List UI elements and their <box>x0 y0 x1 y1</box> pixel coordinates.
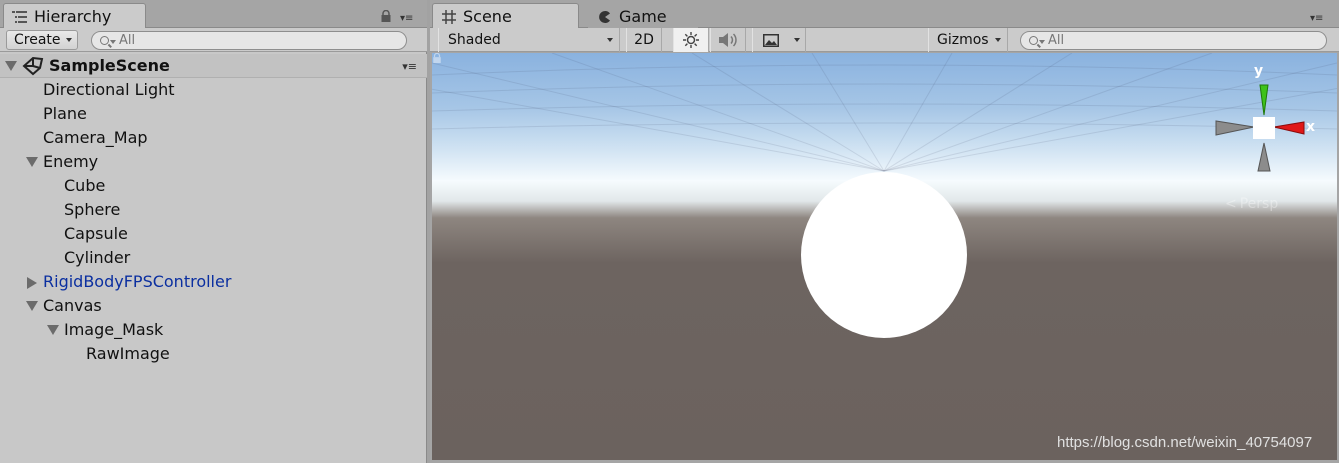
scene-search-input[interactable]: All <box>1020 31 1327 50</box>
tab-label: Game <box>619 7 667 26</box>
search-placeholder: All <box>1048 33 1065 48</box>
shading-mode-label: Shaded <box>448 32 501 48</box>
unity-logo-icon <box>22 56 44 76</box>
orientation-gizmo[interactable] <box>1212 65 1312 175</box>
hierarchy-search-input[interactable]: All <box>91 31 407 50</box>
item-label: Directional Light <box>43 80 175 99</box>
2d-toggle-button[interactable]: 2D <box>626 28 662 52</box>
tab-hierarchy[interactable]: Hierarchy <box>3 3 146 29</box>
tab-game[interactable]: Game <box>588 3 698 29</box>
expand-arrow-icon[interactable] <box>26 157 38 167</box>
expand-arrow-icon[interactable] <box>26 301 38 311</box>
item-label: Sphere <box>64 200 121 219</box>
item-label: Enemy <box>43 152 99 171</box>
hierarchy-toolbar: Create All <box>0 28 427 52</box>
2d-label: 2D <box>634 32 654 48</box>
item-label: RawImage <box>86 344 170 363</box>
chevron-left-icon: < <box>1225 196 1237 212</box>
hierarchy-item[interactable]: Capsule <box>64 222 128 246</box>
pacman-icon <box>597 9 613 25</box>
chevron-down-icon <box>66 38 72 42</box>
scene-header-row[interactable]: SampleScene ▾≡ <box>0 54 427 78</box>
item-label: RigidBodyFPSController <box>43 272 232 291</box>
collapse-arrow-icon[interactable] <box>27 277 37 289</box>
image-icon <box>763 33 779 47</box>
scene-effects-dropdown[interactable] <box>752 28 806 52</box>
scene-menu-icon[interactable]: ▾≡ <box>402 60 417 73</box>
gizmo-x-label: x <box>1306 119 1316 135</box>
chevron-down-icon <box>1039 40 1045 44</box>
scene-audio-toggle[interactable] <box>710 28 746 52</box>
list-icon <box>12 9 28 25</box>
item-label: Cube <box>64 176 106 195</box>
hierarchy-item[interactable]: Cylinder <box>64 246 130 270</box>
scene-name: SampleScene <box>49 56 170 75</box>
item-label: Cylinder <box>64 248 131 267</box>
hierarchy-tab-bar: Hierarchy ▾≡ <box>0 0 427 29</box>
projection-toggle[interactable]: < Persp <box>1225 196 1278 212</box>
speaker-icon <box>719 33 737 47</box>
panel-menu-icon[interactable]: ▾≡ <box>1310 14 1324 24</box>
create-dropdown[interactable]: Create <box>6 30 78 50</box>
item-label: Capsule <box>64 224 128 243</box>
shading-mode-dropdown[interactable]: Shaded <box>438 28 620 52</box>
sun-icon <box>683 32 699 48</box>
item-label: Canvas <box>43 296 102 315</box>
hierarchy-item[interactable]: Cube <box>64 174 105 198</box>
lock-icon[interactable] <box>380 10 392 22</box>
hierarchy-panel: Hierarchy ▾≡ Create All SampleScene ▾≡ D… <box>0 0 427 463</box>
hierarchy-item-prefab[interactable]: RigidBodyFPSController <box>27 270 231 294</box>
grid-icon <box>441 9 457 25</box>
tab-label: Hierarchy <box>34 7 112 26</box>
chevron-down-icon <box>607 38 613 42</box>
chevron-down-icon <box>110 40 116 44</box>
chevron-down-icon <box>794 38 800 42</box>
scene-toolbar: Shaded 2D Gizmos All <box>430 28 1339 52</box>
watermark: https://blog.csdn.net/weixin_40754097 <box>1057 434 1313 451</box>
gizmos-label: Gizmos <box>937 32 989 48</box>
scene-tab-bar: Scene Game ▾≡ <box>430 0 1339 29</box>
tab-scene[interactable]: Scene <box>432 3 579 29</box>
sphere-object[interactable] <box>801 172 967 338</box>
search-placeholder: All <box>119 33 136 48</box>
chevron-down-icon <box>995 38 1001 42</box>
scene-panel: Scene Game ▾≡ Shaded 2D Gizmos All y x <… <box>430 0 1339 463</box>
gizmos-dropdown[interactable]: Gizmos <box>928 28 1008 52</box>
search-icon <box>100 36 109 45</box>
tab-label: Scene <box>463 7 512 26</box>
hierarchy-item[interactable]: Enemy <box>26 150 98 174</box>
gizmo-y-label: y <box>1254 63 1264 79</box>
item-label: Camera_Map <box>43 128 148 147</box>
panel-menu-icon[interactable]: ▾≡ <box>400 14 414 24</box>
create-label: Create <box>14 32 61 48</box>
hierarchy-item[interactable]: Plane <box>43 102 87 126</box>
search-icon <box>1029 36 1038 45</box>
hierarchy-item[interactable]: Directional Light <box>43 78 175 102</box>
item-label: Image_Mask <box>64 320 164 339</box>
scene-lighting-toggle[interactable] <box>673 28 709 52</box>
item-label: Plane <box>43 104 87 123</box>
expand-arrow-icon[interactable] <box>5 61 17 71</box>
hierarchy-item[interactable]: Camera_Map <box>43 126 148 150</box>
hierarchy-item[interactable]: Image_Mask <box>47 318 163 342</box>
hierarchy-item[interactable]: Canvas <box>26 294 102 318</box>
expand-arrow-icon[interactable] <box>47 325 59 335</box>
lock-icon[interactable] <box>432 53 442 63</box>
projection-label: Persp <box>1239 196 1279 212</box>
scene-viewport[interactable]: y x < Persp https://blog.csdn.net/weixin… <box>432 53 1337 460</box>
hierarchy-item[interactable]: RawImage <box>86 342 170 366</box>
hierarchy-item[interactable]: Sphere <box>64 198 120 222</box>
